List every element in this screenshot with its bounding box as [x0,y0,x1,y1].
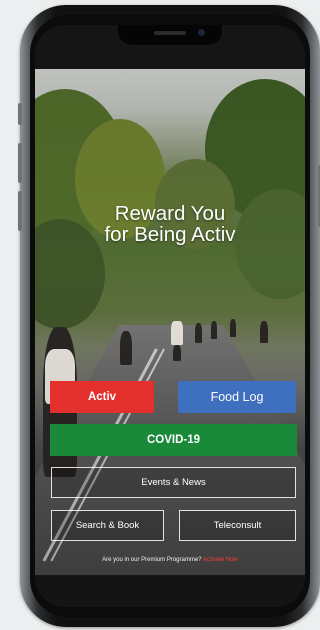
headline-line-2: for Being Activ [104,223,236,246]
volume-up-button [18,143,22,183]
bottom-bar [35,575,305,607]
photo-overlay [35,69,305,575]
front-camera [198,29,205,36]
activate-now-link[interactable]: Activate Now [203,557,238,563]
headline-line-1: Reward You [114,202,226,225]
app-screen: Reward You for Being Activ Activ Food Lo… [35,25,305,607]
speaker-grille [154,31,186,35]
events-news-button[interactable]: Events & News [51,467,296,498]
search-book-button[interactable]: Search & Book [51,510,164,541]
background-photo [35,69,305,575]
food-log-button[interactable]: Food Log [178,381,296,413]
premium-question: Are you in our Premium Programme? [102,557,202,563]
notch [118,25,222,45]
activ-button[interactable]: Activ [50,381,154,413]
covid-19-button[interactable]: COVID-19 [50,424,297,456]
premium-prompt: Are you in our Premium Programme? Activa… [35,557,305,563]
silent-switch [18,103,22,125]
phone-frame: Reward You for Being Activ Activ Food Lo… [18,5,320,627]
volume-down-button [18,191,22,231]
teleconsult-button[interactable]: Teleconsult [179,510,296,541]
hero-headline: Reward You for Being Activ [35,203,305,245]
